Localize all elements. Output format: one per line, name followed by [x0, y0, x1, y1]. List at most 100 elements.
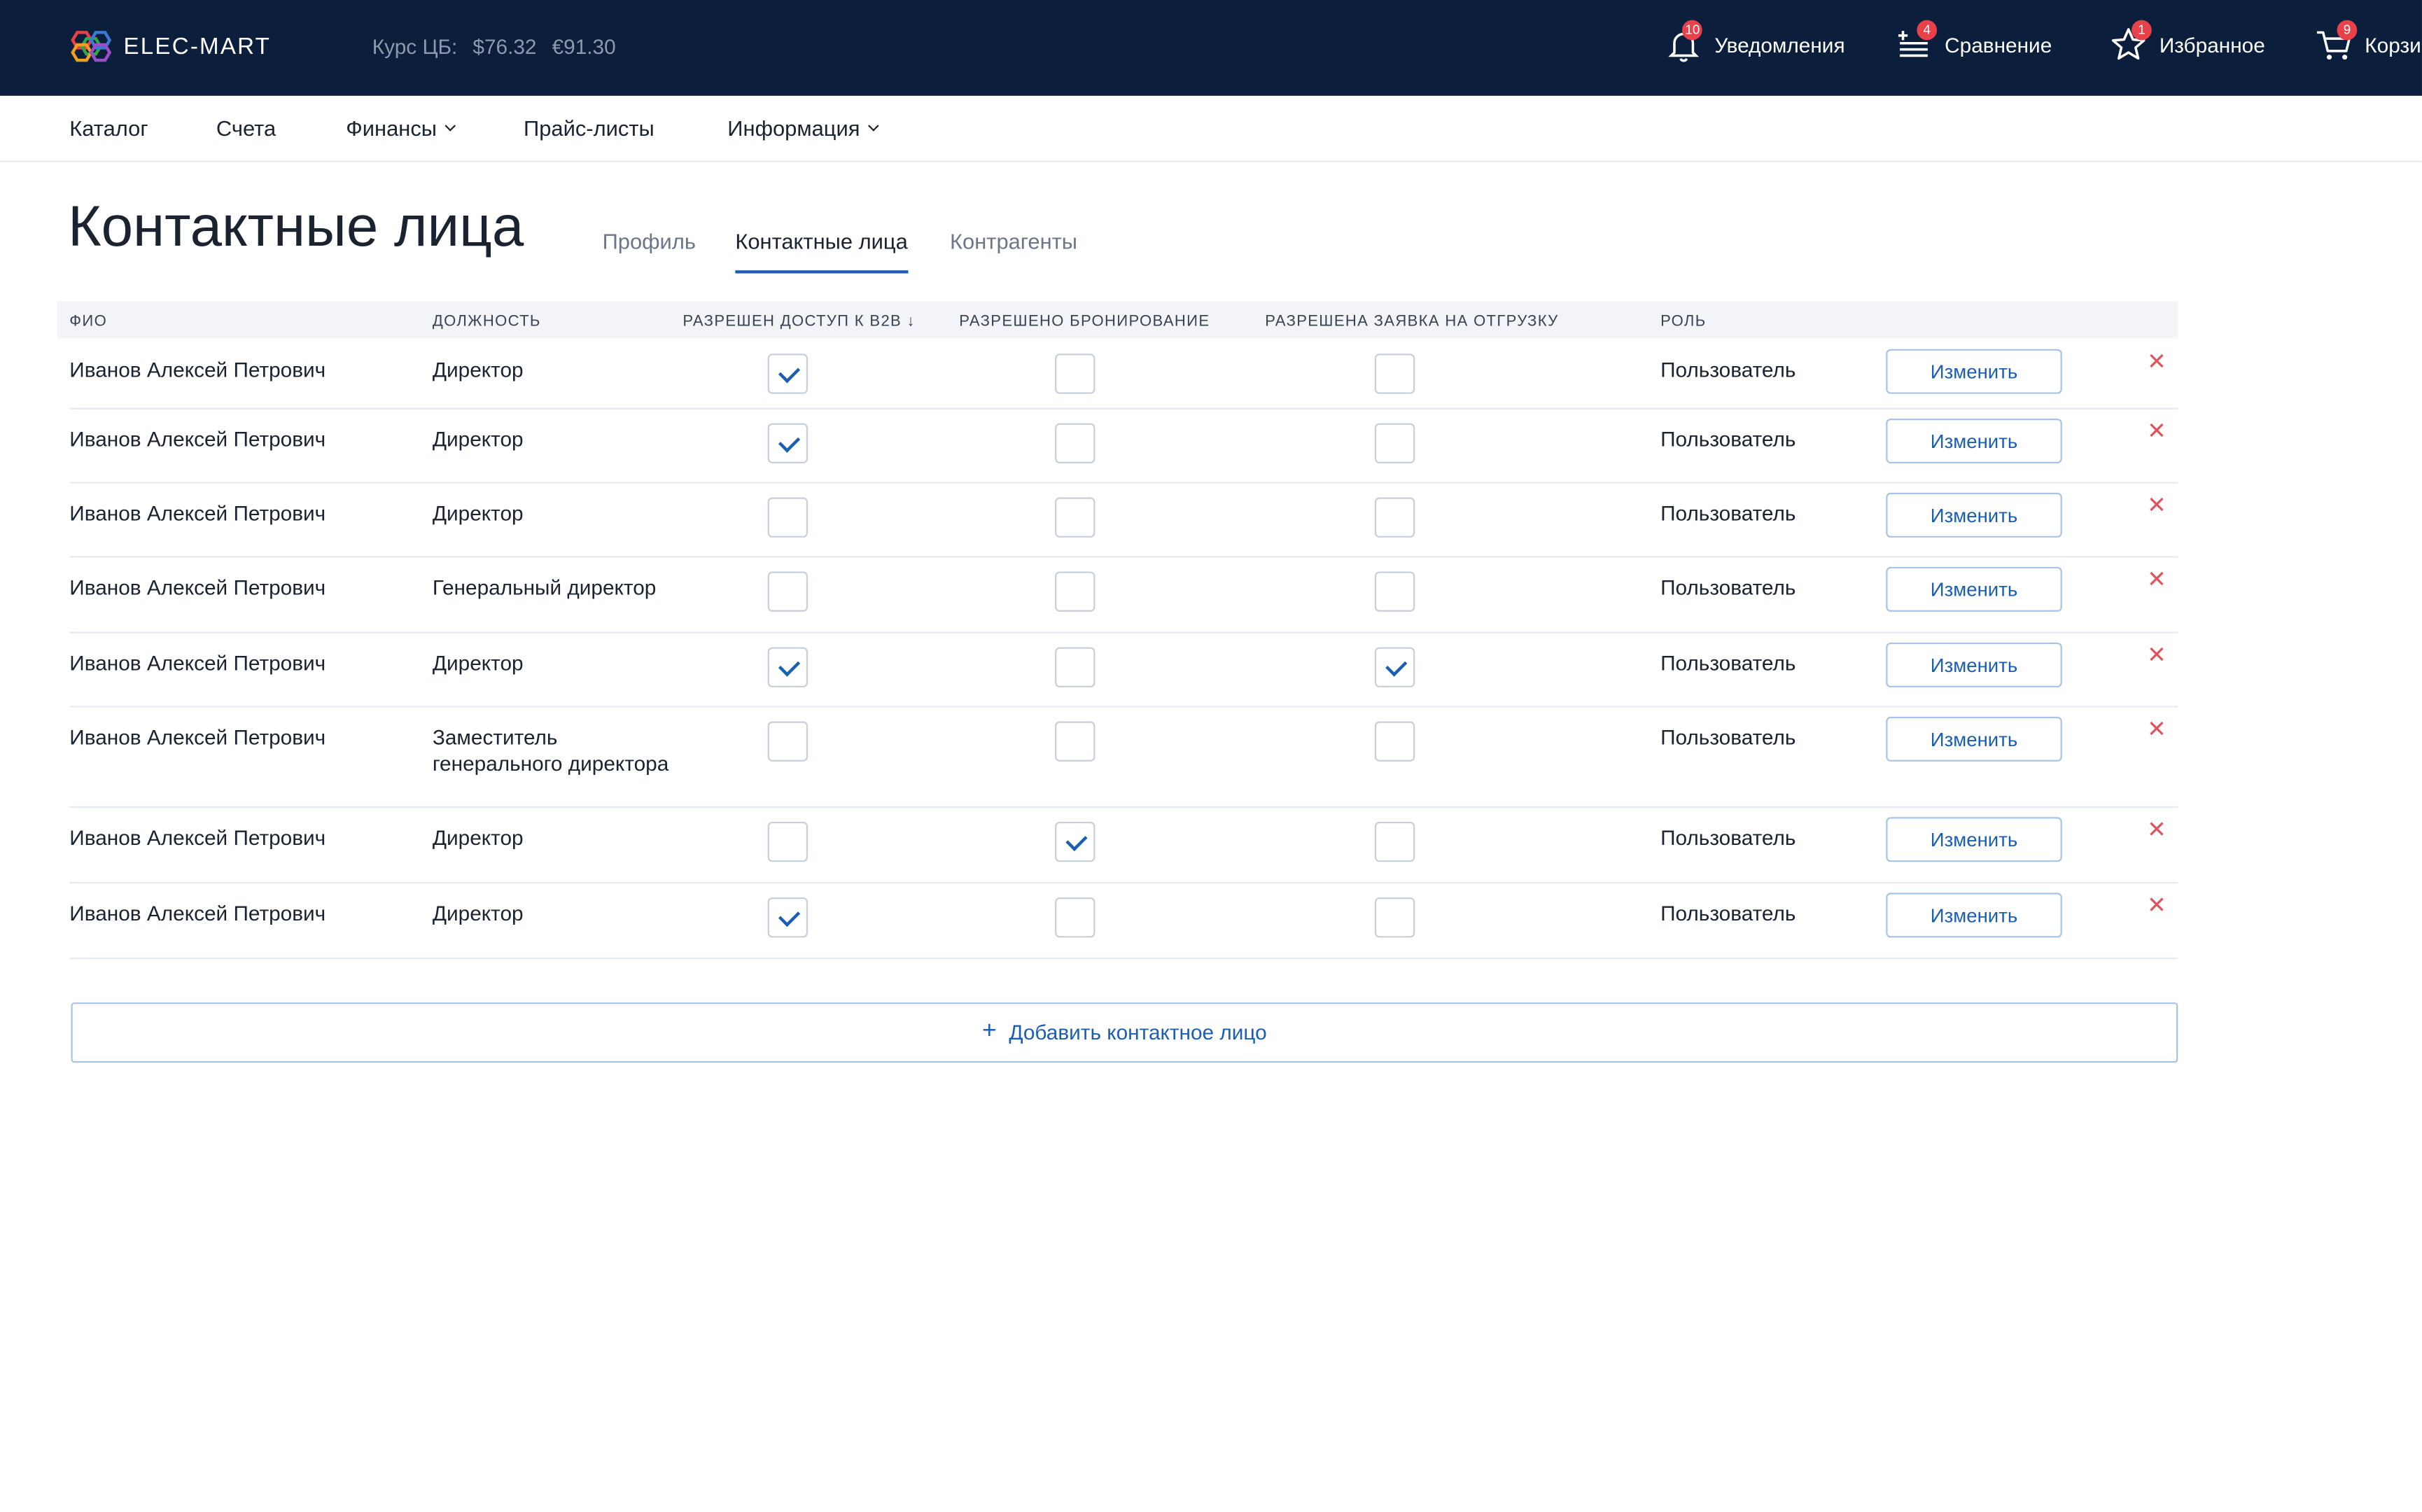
compare-button[interactable]: 4 Сравнение [1893, 20, 2052, 64]
b2b-access-checkbox[interactable] [767, 647, 808, 687]
nav-item-information[interactable]: Информация [727, 115, 879, 141]
delete-icon[interactable]: ✕ [2147, 351, 2166, 374]
b2b-access-checkbox[interactable] [767, 721, 808, 762]
favorites-label: Избранное [2159, 33, 2265, 57]
delete-icon[interactable]: ✕ [2147, 420, 2166, 443]
table-row: Иванов Алексей Петрович Директор Пользоват… [69, 408, 2178, 484]
favorites-button[interactable]: 1 Избранное [2108, 20, 2265, 64]
delete-icon[interactable]: ✕ [2147, 494, 2166, 517]
booking-checkbox[interactable] [1055, 354, 1096, 394]
shipment-checkbox[interactable] [1374, 571, 1415, 612]
header-shipment[interactable]: РАЗРЕШЕНА ЗАЯВКА НА ОТГРУЗКУ [1265, 314, 1558, 330]
contact-role: Пользователь [1660, 502, 1796, 526]
header-booking[interactable]: РАЗРЕШЕНО БРОНИРОВАНИЕ [959, 314, 1210, 330]
nav-item-finance[interactable]: Финансы [346, 115, 456, 141]
top-bar: ELEC-MART Курс ЦБ: $76.32 €91.30 10 Увед… [0, 0, 2422, 96]
shipment-checkbox[interactable] [1374, 897, 1415, 938]
edit-button[interactable]: Изменить [1886, 642, 2062, 687]
table-row: Иванов Алексей Петрович Генеральный дирек… [69, 556, 2178, 634]
contact-position: Директор [432, 502, 524, 526]
booking-checkbox[interactable] [1055, 571, 1096, 612]
booking-checkbox[interactable] [1055, 497, 1096, 538]
cart-label: Корзи [2365, 33, 2421, 57]
contact-name: Иванов Алексей Петрович [69, 902, 326, 925]
chevron-down-icon [867, 120, 879, 132]
brand-name: ELEC-MART [123, 33, 272, 59]
header-position[interactable]: ДОЛЖНОСТЬ [433, 314, 541, 330]
contact-position: Директор [432, 358, 524, 382]
booking-checkbox[interactable] [1055, 647, 1096, 687]
nav-item-label: Прайс-листы [524, 115, 654, 141]
shipment-checkbox[interactable] [1374, 821, 1415, 862]
shipment-checkbox[interactable] [1374, 354, 1415, 394]
b2b-access-checkbox[interactable] [767, 423, 808, 463]
add-contact-button[interactable]: + Добавить контактное лицо [71, 1002, 2178, 1063]
tab-counterparties[interactable]: Контрагенты [950, 229, 1077, 253]
cart-icon: 9 [2314, 20, 2358, 64]
contact-name: Иванов Алексей Петрович [69, 358, 326, 382]
contact-name: Иванов Алексей Петрович [69, 576, 326, 600]
edit-button[interactable]: Изменить [1886, 492, 2062, 538]
shipment-checkbox[interactable] [1374, 647, 1415, 687]
delete-icon[interactable]: ✕ [2147, 895, 2166, 918]
compare-label: Сравнение [1945, 33, 2052, 57]
nav-item-price-lists[interactable]: Прайс-листы [524, 115, 654, 140]
nav-item-catalog[interactable]: Каталог [69, 115, 148, 140]
favorites-badge: 1 [2132, 20, 2152, 41]
header-role[interactable]: РОЛЬ [1660, 314, 1706, 330]
cart-button[interactable]: 9 Корзи [2314, 20, 2421, 64]
header-b2b-access[interactable]: РАЗРЕШЕН ДОСТУП К B2B ↓ [682, 314, 916, 330]
notifications-label: Уведомления [1714, 33, 1845, 57]
table-row: Иванов Алексей Петрович Заместитель генера… [69, 706, 2178, 808]
cart-badge: 9 [2337, 20, 2358, 41]
edit-button[interactable]: Изменить [1886, 716, 2062, 762]
logo[interactable]: ELEC-MART [68, 29, 271, 64]
eur-rate: €91.30 [552, 35, 616, 59]
contact-name: Иванов Алексей Петрович [69, 428, 326, 451]
shipment-checkbox[interactable] [1374, 721, 1415, 762]
delete-icon[interactable]: ✕ [2147, 718, 2166, 741]
header-name[interactable]: ФИО [69, 314, 107, 330]
booking-checkbox[interactable] [1055, 897, 1096, 938]
contact-name: Иванов Алексей Петрович [69, 502, 326, 526]
contact-position: Заместитель [432, 726, 558, 750]
edit-button[interactable]: Изменить [1886, 349, 2062, 394]
booking-checkbox[interactable] [1055, 423, 1096, 463]
contact-role: Пользователь [1660, 576, 1796, 600]
contact-name: Иванов Алексей Петрович [69, 652, 326, 676]
tab-contacts[interactable]: Контактные лица [735, 229, 907, 253]
contact-position: Директор [432, 826, 524, 850]
tab-profile[interactable]: Профиль [603, 229, 696, 253]
b2b-access-checkbox[interactable] [767, 897, 808, 938]
b2b-access-checkbox[interactable] [767, 497, 808, 538]
contact-role: Пользователь [1660, 652, 1796, 676]
contact-name: Иванов Алексей Петрович [69, 826, 326, 850]
edit-button[interactable]: Изменить [1886, 817, 2062, 862]
logo-icon [71, 31, 112, 62]
shipment-checkbox[interactable] [1374, 423, 1415, 463]
notifications-button[interactable]: 10 Уведомления [1664, 20, 1845, 64]
delete-icon[interactable]: ✕ [2147, 644, 2166, 667]
edit-button[interactable]: Изменить [1886, 892, 2062, 938]
booking-checkbox[interactable] [1055, 821, 1096, 862]
b2b-access-checkbox[interactable] [767, 821, 808, 862]
table-row: Иванов Алексей Петрович Директор Пользоват… [69, 806, 2178, 884]
usd-rate: $76.32 [472, 35, 537, 59]
rates-label: Курс ЦБ: [372, 35, 458, 59]
nav-item-label: Финансы [346, 115, 437, 141]
edit-button[interactable]: Изменить [1886, 418, 2062, 463]
b2b-access-checkbox[interactable] [767, 354, 808, 394]
active-tab-indicator [735, 270, 909, 274]
booking-checkbox[interactable] [1055, 721, 1096, 762]
delete-icon[interactable]: ✕ [2147, 818, 2166, 841]
contact-role: Пользователь [1660, 826, 1796, 850]
edit-button[interactable]: Изменить [1886, 566, 2062, 612]
contact-role: Пользователь [1660, 726, 1796, 750]
table-row: Иванов Алексей Петрович Директор Пользоват… [69, 482, 2178, 558]
shipment-checkbox[interactable] [1374, 497, 1415, 538]
contact-role: Пользователь [1660, 902, 1796, 925]
nav-item-invoices[interactable]: Счета [216, 115, 276, 140]
delete-icon[interactable]: ✕ [2147, 568, 2166, 592]
b2b-access-checkbox[interactable] [767, 571, 808, 612]
star-icon: 1 [2108, 20, 2152, 64]
